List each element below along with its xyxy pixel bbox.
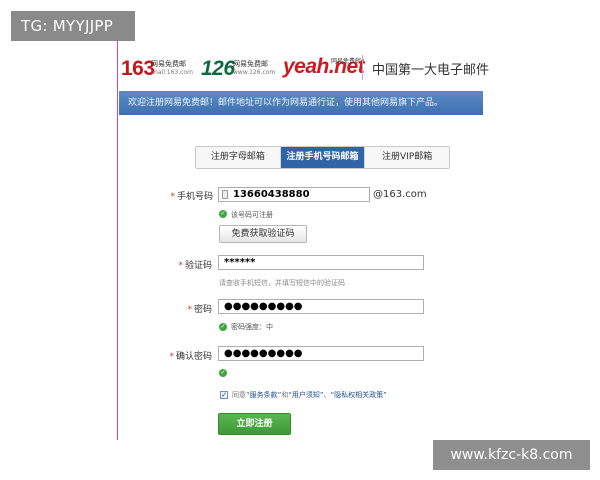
agree-text: 同意“服务条款”和“用户须知”、“隐私权相关政策”: [232, 391, 387, 399]
logo-163[interactable]: 163 网易免费邮 mail.163.com: [121, 57, 193, 81]
code-input[interactable]: [218, 255, 424, 270]
terms-link[interactable]: “服务条款”: [246, 391, 281, 399]
tab-vip-mailbox[interactable]: 注册VIP邮箱: [365, 147, 449, 168]
tab-letter-mailbox[interactable]: 注册字母邮箱: [196, 147, 281, 168]
logo-126[interactable]: 126 网易免费邮 www.126.com: [201, 57, 275, 81]
confirm-label: * 确认密码: [169, 352, 212, 362]
phone-hint: 该号码可注册: [231, 211, 273, 219]
code-label: * 验证码: [178, 261, 212, 271]
agree-checkbox[interactable]: ✓: [220, 391, 228, 399]
logo-126-caption: 网易免费邮: [233, 60, 268, 68]
logo-126-number: 126: [201, 57, 235, 80]
logo-126-domain: www.126.com: [233, 69, 276, 76]
confirm-password-input[interactable]: [218, 346, 424, 361]
logo-163-caption: 网易免费邮: [151, 60, 186, 68]
logo-yeah[interactable]: yeah.net 网易免费邮: [283, 55, 365, 79]
logo-yeah-caption: 网易免费邮: [331, 58, 362, 65]
password-label: * 密码: [187, 305, 212, 315]
watermark-bottom: www.kfzc-k8.com: [433, 440, 590, 470]
code-hint: 请查收手机短信，并填写短信中的验证码: [219, 279, 345, 287]
header-slogan: 中国第一大电子邮件: [372, 63, 490, 78]
notice-bar: 欢迎注册网易免费邮！邮件地址可以作为网易通行证，使用其他网易旗下产品。: [119, 91, 483, 115]
header-separator: [362, 55, 363, 80]
logo-163-number: 163: [121, 57, 155, 80]
phone-ok-icon: ✓: [219, 210, 227, 218]
phone-label: * 手机号码: [170, 192, 213, 202]
password-strength-hint: 密码强度：中: [231, 323, 273, 331]
password-ok-icon: ✓: [219, 323, 227, 331]
logo-163-domain: mail.163.com: [152, 69, 193, 76]
phone-input[interactable]: [218, 187, 370, 202]
tab-phone-mailbox[interactable]: 注册手机号码邮箱: [280, 147, 366, 168]
get-code-button[interactable]: 免费获取验证码: [219, 225, 307, 243]
password-input[interactable]: [218, 299, 424, 314]
register-tabs: 注册字母邮箱 注册手机号码邮箱 注册VIP邮箱: [195, 146, 450, 169]
register-submit-button[interactable]: 立即注册: [218, 413, 291, 435]
privacy-link[interactable]: “隐私权相关政策”: [331, 391, 387, 399]
user-notice-link[interactable]: “用户须知”: [288, 391, 323, 399]
phone-icon: [222, 190, 228, 199]
watermark-top: TG: MYYJJPP: [11, 11, 135, 41]
phone-domain-suffix: @163.com: [373, 189, 427, 200]
left-divider-line: [117, 40, 118, 440]
confirm-ok-icon: ✓: [219, 369, 227, 377]
